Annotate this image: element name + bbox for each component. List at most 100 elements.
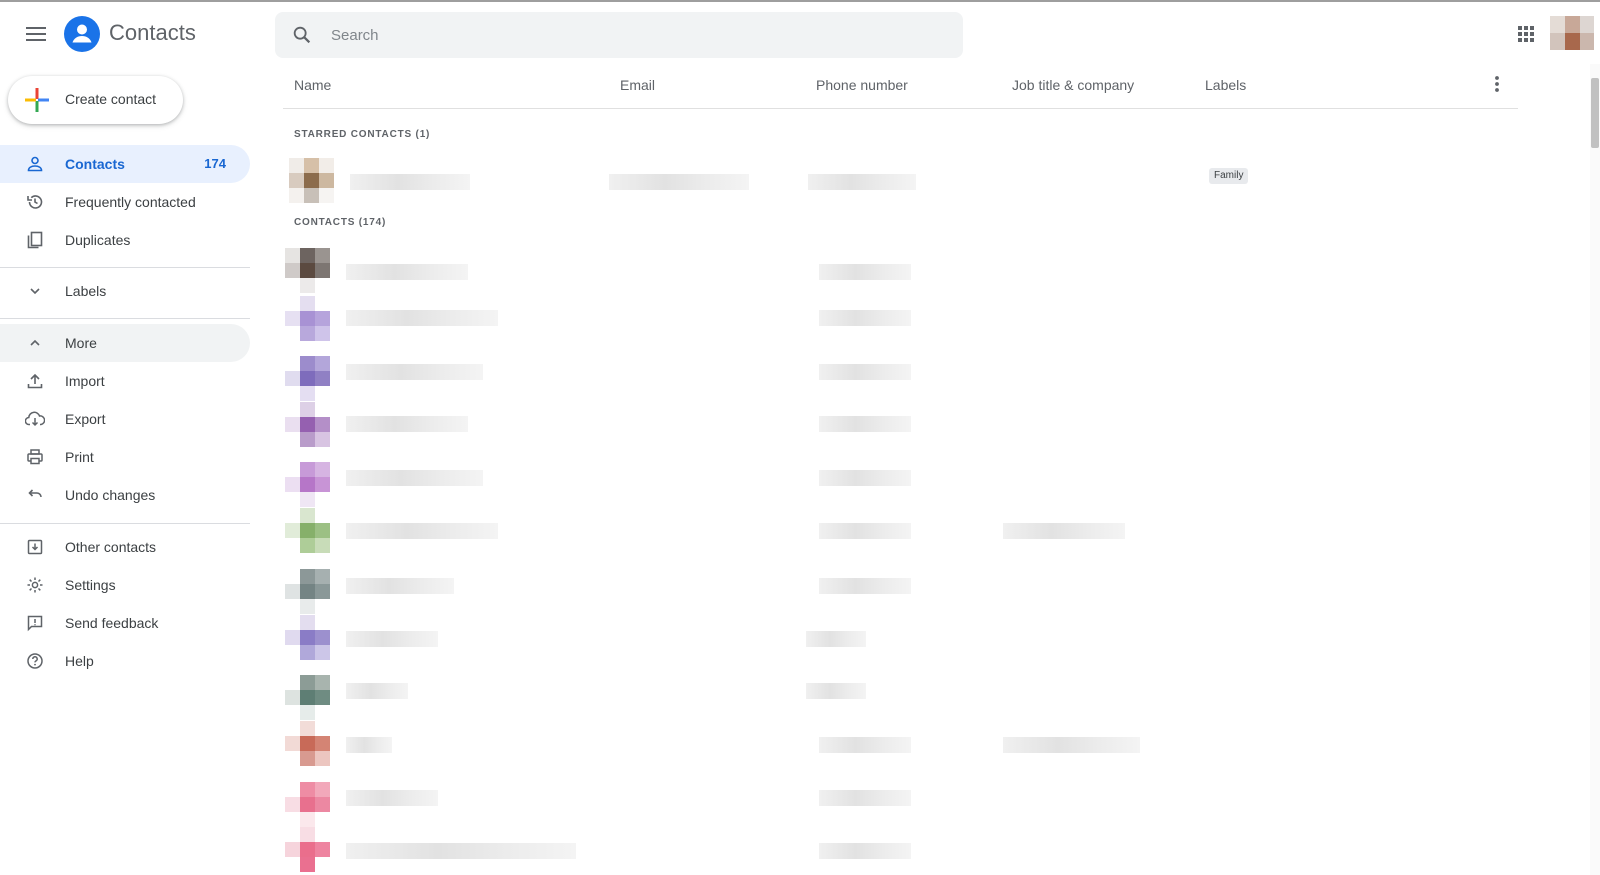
sidebar-item-duplicates[interactable]: Duplicates (0, 221, 250, 259)
avatar (285, 721, 331, 767)
sidebar-item-label: Export (65, 411, 106, 427)
sidebar-item-print[interactable]: Print (0, 438, 250, 476)
help-icon (24, 650, 46, 672)
header-divider (283, 108, 1518, 109)
print-icon (24, 446, 46, 468)
sidebar-item-settings[interactable]: Settings (0, 566, 250, 604)
contact-phone-redacted (819, 737, 911, 753)
contact-name-redacted (346, 631, 438, 647)
avatar (285, 462, 331, 508)
sidebar-item-undo-changes[interactable]: Undo changes (0, 476, 250, 514)
sidebar-item-label: Labels (65, 283, 107, 299)
sidebar-item-label: Help (65, 653, 94, 669)
contact-name-redacted (346, 523, 498, 539)
contact-phone-redacted (819, 523, 911, 539)
avatar (285, 508, 331, 554)
search-input[interactable] (331, 12, 931, 58)
avatar (285, 248, 331, 294)
sidebar-item-label: Import (65, 373, 105, 389)
sidebar-item-export[interactable]: Export (0, 400, 250, 438)
sidebar-item-label: Duplicates (65, 232, 131, 248)
main-menu-button[interactable] (20, 18, 52, 50)
scrollbar-track[interactable] (1590, 64, 1600, 875)
sidebar-item-other-contacts[interactable]: Other contacts (0, 528, 250, 566)
sidebar-item-label: Settings (65, 577, 116, 593)
avatar (285, 356, 331, 402)
contact-name-redacted (346, 264, 468, 280)
copy-icon (24, 229, 46, 251)
search-bar[interactable] (275, 12, 963, 58)
app-title: Contacts (109, 20, 196, 45)
scrollbar-thumb[interactable] (1591, 78, 1599, 148)
contact-phone-redacted (808, 174, 916, 190)
contact-phone-redacted (819, 416, 911, 432)
contact-phone-redacted (806, 683, 866, 699)
archive-icon (24, 536, 46, 558)
contacts-heading: CONTACTS (174) (294, 217, 387, 228)
contact-job-redacted (1003, 523, 1125, 539)
sidebar-item-label: Print (65, 449, 94, 465)
sidebar-divider (0, 267, 250, 268)
column-header-phone[interactable]: Phone number (816, 77, 908, 93)
contact-phone-redacted (819, 264, 911, 280)
avatar (285, 615, 331, 661)
more-vert-icon (1495, 76, 1499, 92)
sidebar-item-frequently-contacted[interactable]: Frequently contacted (0, 183, 250, 221)
sidebar-item-label: Send feedback (65, 615, 159, 631)
contact-name-redacted (346, 310, 498, 326)
starred-contacts-heading: STARRED CONTACTS (1) (294, 129, 431, 140)
undo-icon (24, 484, 46, 506)
sidebar-item-label: Other contacts (65, 539, 157, 555)
sidebar-item-label: Contacts (65, 156, 125, 172)
avatar (289, 158, 335, 204)
avatar (285, 296, 331, 342)
sidebar-item-label: More (65, 335, 97, 351)
contact-name-redacted (346, 790, 438, 806)
google-apps-button[interactable] (1512, 20, 1540, 48)
sidebar-item-more[interactable]: More (0, 324, 250, 362)
sidebar-item-label: Frequently contacted (65, 194, 196, 210)
contact-name-redacted (346, 737, 392, 753)
avatar (285, 782, 331, 828)
contact-phone-redacted (819, 470, 911, 486)
avatar (285, 402, 331, 448)
app-header: Contacts (0, 0, 1600, 64)
chevron-down-icon (24, 280, 46, 302)
contact-name-redacted (346, 843, 576, 859)
feedback-icon (24, 612, 46, 634)
colored-plus-icon (25, 88, 49, 112)
contacts-count-badge: 174 (204, 156, 226, 171)
cloud-download-icon (24, 408, 46, 430)
column-header-email[interactable]: Email (620, 77, 655, 93)
menu-icon (26, 27, 46, 41)
sidebar-item-labels[interactable]: Labels (0, 272, 250, 310)
contact-name-redacted (350, 174, 470, 190)
column-options-button[interactable] (1487, 72, 1507, 96)
sidebar-item-help[interactable]: Help (0, 642, 250, 680)
contact-phone-redacted (806, 631, 866, 647)
create-contact-label: Create contact (65, 91, 157, 107)
contact-phone-redacted (819, 364, 911, 380)
column-header-name[interactable]: Name (294, 77, 331, 93)
sidebar-item-contacts[interactable]: Contacts 174 (0, 145, 250, 183)
account-avatar[interactable] (1550, 16, 1594, 50)
create-contact-button[interactable]: Create contact (8, 76, 183, 124)
sidebar-divider (0, 318, 250, 319)
label-chip[interactable]: Family (1209, 168, 1249, 184)
sidebar-divider (0, 523, 250, 524)
gear-icon (24, 574, 46, 596)
history-icon (24, 191, 46, 213)
person-outline-icon (24, 153, 46, 175)
apps-grid-icon (1518, 26, 1534, 42)
column-header-job-title[interactable]: Job title & company (1012, 77, 1134, 93)
sidebar-item-send-feedback[interactable]: Send feedback (0, 604, 250, 642)
contact-name-redacted (346, 364, 483, 380)
contacts-logo[interactable] (64, 16, 100, 52)
column-header-labels[interactable]: Labels (1205, 77, 1246, 93)
avatar (285, 675, 331, 721)
contact-phone-redacted (819, 843, 911, 859)
avatar (285, 569, 331, 615)
search-icon[interactable] (291, 24, 313, 46)
sidebar-item-import[interactable]: Import (0, 362, 250, 400)
contact-phone-redacted (819, 578, 911, 594)
